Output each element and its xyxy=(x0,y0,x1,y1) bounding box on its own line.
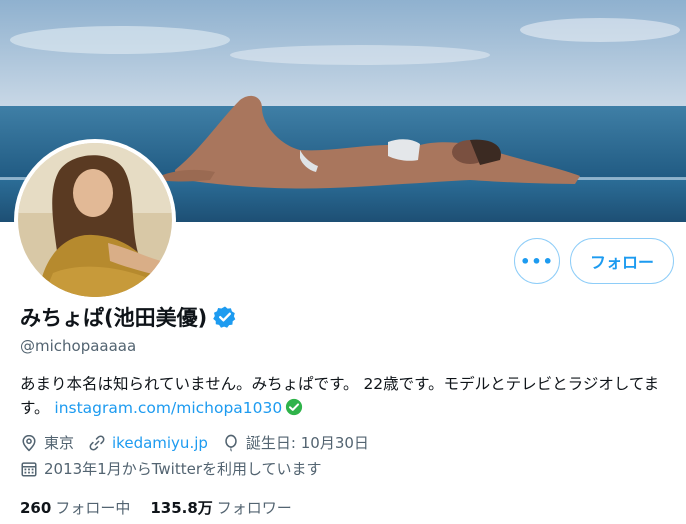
display-name: みちょぱ(池田美優) xyxy=(20,306,208,330)
profile-meta: 東京 ikedamiyu.jp 誕生日: 10月30日 xyxy=(20,432,369,453)
followers-count: 135.8万 xyxy=(150,499,213,517)
profile-name-row: みちょぱ(池田美優) xyxy=(20,302,237,332)
website: ikedamiyu.jp xyxy=(88,434,208,452)
joined-date: 2013年1月からTwitterを利用しています xyxy=(20,458,322,479)
avatar[interactable] xyxy=(14,139,176,301)
follow-button-label: フォロー xyxy=(589,253,654,272)
location-text: 東京 xyxy=(44,434,75,452)
balloon-icon xyxy=(225,434,237,452)
profile-actions: ••• フォロー xyxy=(514,238,674,284)
following-stat[interactable]: 260 フォロー中 xyxy=(20,497,130,518)
following-count: 260 xyxy=(20,499,52,517)
following-label: フォロー中 xyxy=(55,499,131,517)
followers-stat[interactable]: 135.8万 フォロワー xyxy=(150,497,291,518)
more-options-button[interactable]: ••• xyxy=(514,238,560,284)
more-options-label: ••• xyxy=(520,251,554,271)
profile-bio: あまり本名は知られていません。みちょぱです。 22歳です。モデルとテレビとラジオ… xyxy=(20,372,670,420)
calendar-icon xyxy=(21,461,37,477)
avatar-image xyxy=(18,143,172,297)
follow-button[interactable]: フォロー xyxy=(570,238,674,284)
location: 東京 xyxy=(20,432,74,453)
link-icon xyxy=(89,435,105,450)
verified-badge-icon[interactable] xyxy=(213,305,237,329)
birthday-text: 誕生日: 10月30日 xyxy=(245,434,369,452)
follow-stats: 260 フォロー中 135.8万 フォロワー xyxy=(20,497,292,518)
green-check-icon xyxy=(286,398,303,416)
location-pin-icon xyxy=(22,434,36,451)
username-handle: @michopaaaaa xyxy=(20,337,137,355)
website-link[interactable]: ikedamiyu.jp xyxy=(112,434,208,452)
followers-label: フォロワー xyxy=(216,499,292,517)
joined-text: 2013年1月からTwitterを利用しています xyxy=(44,460,322,478)
birthday: 誕生日: 10月30日 xyxy=(222,432,369,453)
bio-link[interactable]: instagram.com/michopa1030 xyxy=(54,399,282,417)
